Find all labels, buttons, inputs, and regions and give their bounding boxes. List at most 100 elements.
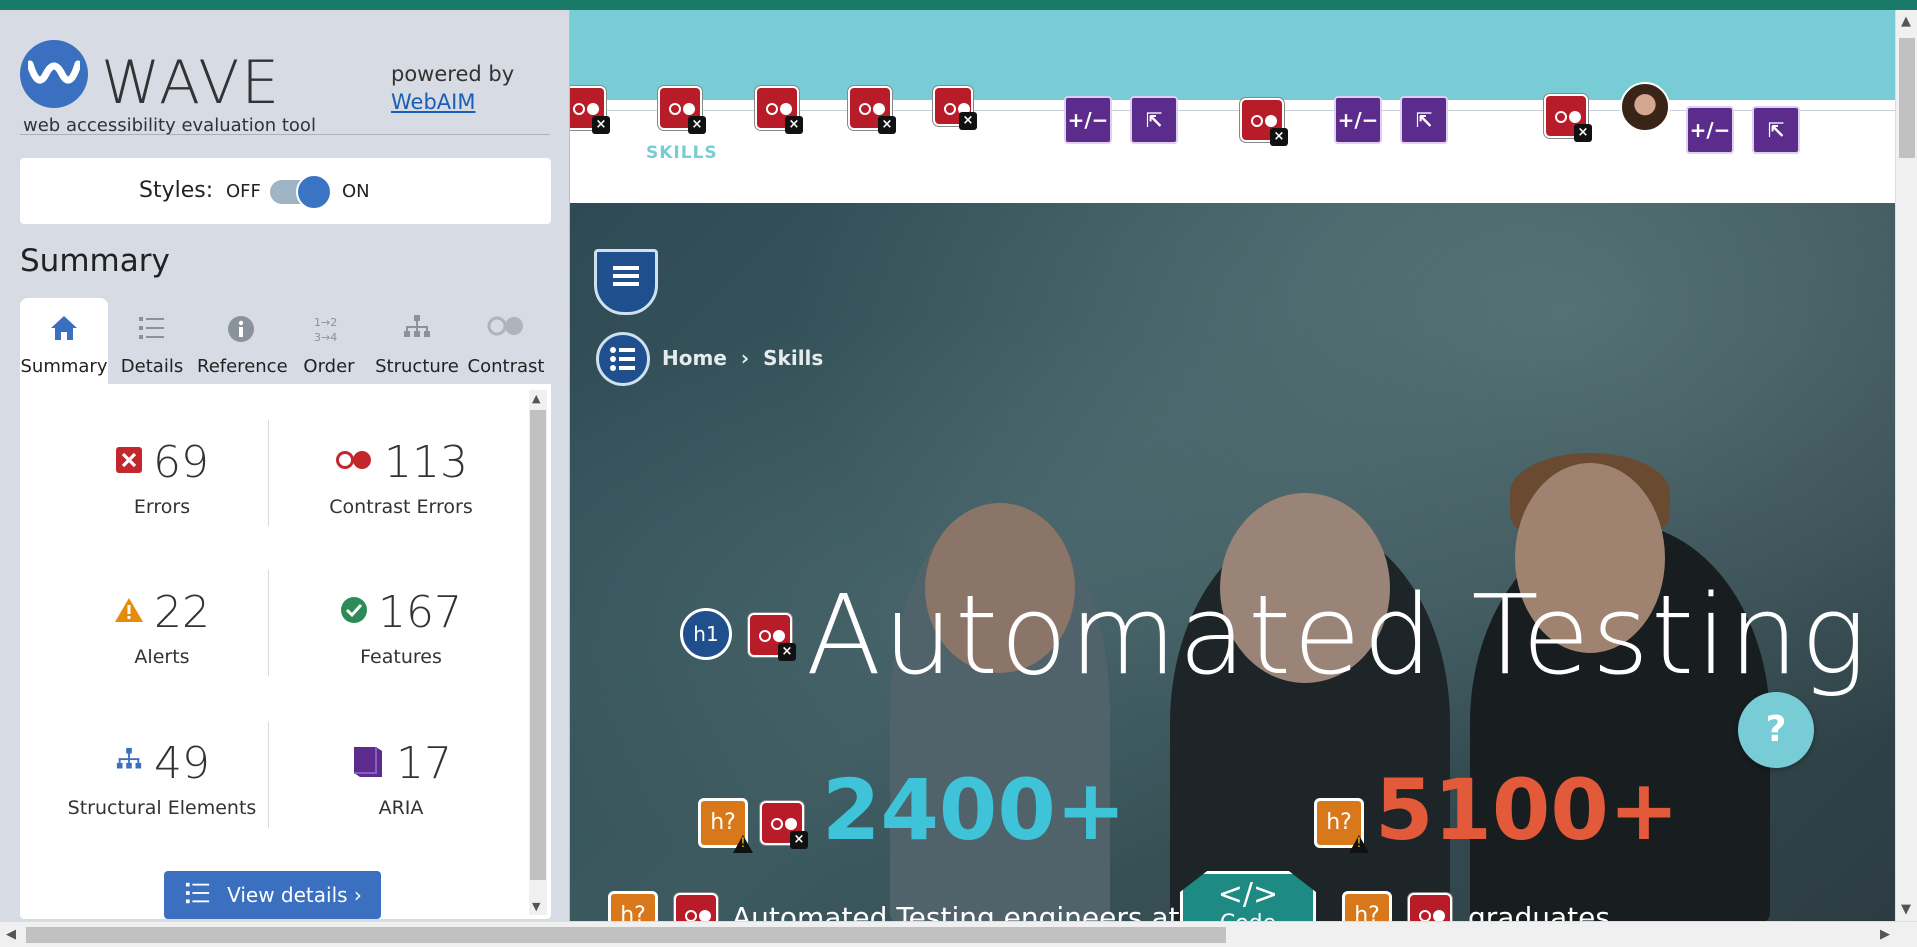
tab-structure[interactable]: Structure: [373, 298, 461, 384]
list-icon: [108, 314, 196, 346]
styles-toggle-knob[interactable]: [296, 174, 332, 210]
broken-link-error-icon[interactable]: ×: [1544, 94, 1592, 142]
aria-expanded-icon[interactable]: +/−: [1334, 96, 1382, 144]
summary-panel-scrollbar[interactable]: ▲ ▼: [529, 390, 547, 915]
home-icon: [20, 314, 108, 346]
breadcrumb-home[interactable]: Home: [662, 346, 727, 370]
possible-heading-alert-icon[interactable]: h?: [1342, 891, 1392, 921]
scroll-up-arrow-icon[interactable]: ▲: [532, 392, 540, 405]
aria-popup-icon[interactable]: ⇱: [1130, 96, 1178, 144]
structural-label: Structural Elements: [67, 797, 257, 819]
code-element-icon[interactable]: </> Code: [1180, 871, 1316, 921]
errors-count: 69: [153, 436, 209, 488]
contrast-error-marker-icon[interactable]: ×: [760, 801, 808, 849]
contrast-icon: [462, 314, 550, 346]
possible-heading-alert-icon[interactable]: h?!: [698, 798, 753, 853]
styles-off-label: OFF: [226, 181, 261, 202]
svg-text:3→4: 3→4: [314, 331, 337, 344]
tab-details[interactable]: Details: [108, 298, 196, 384]
list-structure-icon[interactable]: [596, 332, 650, 386]
tab-contrast-label: Contrast: [467, 356, 545, 377]
breadcrumb-current: Skills: [763, 346, 824, 370]
h-badge-label: h?: [620, 903, 646, 921]
scrollbar-thumb[interactable]: [530, 410, 546, 880]
tab-reference[interactable]: Reference: [197, 298, 288, 384]
browser-top-bar: [0, 0, 1917, 10]
stat-contrast-errors[interactable]: 113 Contrast Errors: [291, 410, 511, 530]
tab-summary[interactable]: Summary: [20, 298, 108, 384]
tab-order-label: Order: [303, 356, 355, 377]
contrast-error-marker-icon[interactable]: ×: [658, 86, 706, 134]
page-vertical-scrollbar[interactable]: ▲ ▼: [1895, 10, 1917, 921]
tab-contrast[interactable]: Contrast: [462, 298, 550, 384]
stat-errors[interactable]: 69 Errors: [52, 410, 272, 530]
aria-popup-icon[interactable]: ⇱: [1752, 106, 1800, 154]
info-icon: [197, 314, 285, 346]
stat-structural-elements[interactable]: 49 Structural Elements: [52, 711, 272, 831]
contrast-error-marker-icon[interactable]: ×: [748, 613, 796, 661]
structure-icon: [114, 747, 144, 779]
code-symbol: </>: [1217, 877, 1279, 912]
possible-heading-alert-icon[interactable]: h?!: [1314, 798, 1369, 853]
wave-sidebar: WAVE web accessibility evaluation tool p…: [0, 10, 570, 921]
contrast-error-marker-icon[interactable]: ×: [1240, 98, 1288, 146]
contrast-error-marker-icon[interactable]: ×: [755, 86, 803, 134]
h-badge-label: h?: [1354, 903, 1380, 921]
webaim-link[interactable]: WebAIM: [391, 90, 475, 114]
tab-summary-label: Summary: [20, 356, 108, 377]
scroll-left-arrow-icon[interactable]: ◀: [6, 927, 16, 942]
alert-icon: [114, 596, 144, 628]
user-avatar[interactable]: [1620, 82, 1670, 132]
styles-label: Styles:: [139, 178, 214, 203]
wave-tabs: Summary Details Reference 1→2 3→4 Order S…: [20, 298, 551, 384]
alerts-count: 22: [154, 586, 210, 638]
stat-features[interactable]: 167 Features: [291, 560, 511, 680]
tab-order[interactable]: 1→2 3→4 Order: [285, 298, 373, 384]
nav-item-skills[interactable]: SKILLS: [646, 143, 718, 163]
aria-popup-icon[interactable]: ⇱: [1400, 96, 1448, 144]
contrast-error-marker-icon[interactable]: ×: [848, 86, 896, 134]
scroll-right-arrow-icon[interactable]: ▶: [1880, 927, 1890, 942]
powered-by-text: powered by: [391, 62, 515, 86]
stat-aria[interactable]: 17 ARIA: [291, 711, 511, 831]
aria-label: ARIA: [378, 797, 424, 819]
features-count: 167: [378, 586, 462, 638]
errors-label: Errors: [133, 496, 191, 518]
stat-graduates: 5100+: [1375, 761, 1680, 859]
summary-panel: 69 Errors 113 Contrast Errors 22 Alerts …: [20, 384, 551, 919]
breadcrumb: Home › Skills: [662, 346, 823, 370]
css-stylesheet-icon[interactable]: [594, 249, 658, 315]
contrast-error-marker-icon[interactable]: [1408, 893, 1452, 921]
scrollbar-thumb[interactable]: [26, 927, 1226, 943]
scroll-down-arrow-icon[interactable]: ▼: [1901, 902, 1911, 917]
scroll-up-arrow-icon[interactable]: ▲: [1901, 14, 1911, 29]
help-button[interactable]: ?: [1738, 692, 1814, 768]
possible-heading-alert-icon[interactable]: h?: [608, 891, 658, 921]
view-details-label: View details ›: [227, 883, 362, 907]
styles-toggle-box: Styles: OFF ON: [20, 158, 551, 224]
contrast-error-marker-icon[interactable]: ×: [570, 86, 610, 134]
features-label: Features: [360, 646, 442, 668]
aria-expanded-icon[interactable]: +/−: [1686, 106, 1734, 154]
heading-h1-icon[interactable]: h1: [680, 608, 732, 660]
scroll-down-arrow-icon[interactable]: ▼: [532, 900, 540, 913]
h-badge-label: h?: [710, 810, 736, 835]
view-details-button[interactable]: View details ›: [164, 871, 381, 919]
page-horizontal-scrollbar[interactable]: ◀ ▶: [0, 921, 1917, 947]
aria-expanded-icon[interactable]: +/−: [1064, 96, 1112, 144]
feature-check-icon: [340, 596, 368, 628]
aria-count: 17: [396, 737, 452, 789]
code-label: Code: [1183, 912, 1313, 922]
page-title: Automated Testing: [806, 571, 1869, 699]
order-icon: 1→2 3→4: [285, 314, 373, 346]
contrast-error-icon: [334, 448, 374, 476]
svg-text:1→2: 1→2: [314, 316, 337, 329]
stat-alerts[interactable]: 22 Alerts: [52, 560, 272, 680]
evaluated-page: SKILLS × × × × × +/− ⇱ × +/− ⇱ × +/− ⇱ H…: [570, 10, 1895, 921]
scrollbar-thumb[interactable]: [1899, 38, 1915, 158]
contrast-error-marker-icon[interactable]: [674, 893, 718, 921]
stat-engineers: 2400+: [822, 761, 1127, 859]
contrast-error-marker-icon[interactable]: ×: [933, 86, 977, 130]
wave-logo-icon: [20, 40, 88, 108]
h-badge-label: h?: [1326, 810, 1352, 835]
